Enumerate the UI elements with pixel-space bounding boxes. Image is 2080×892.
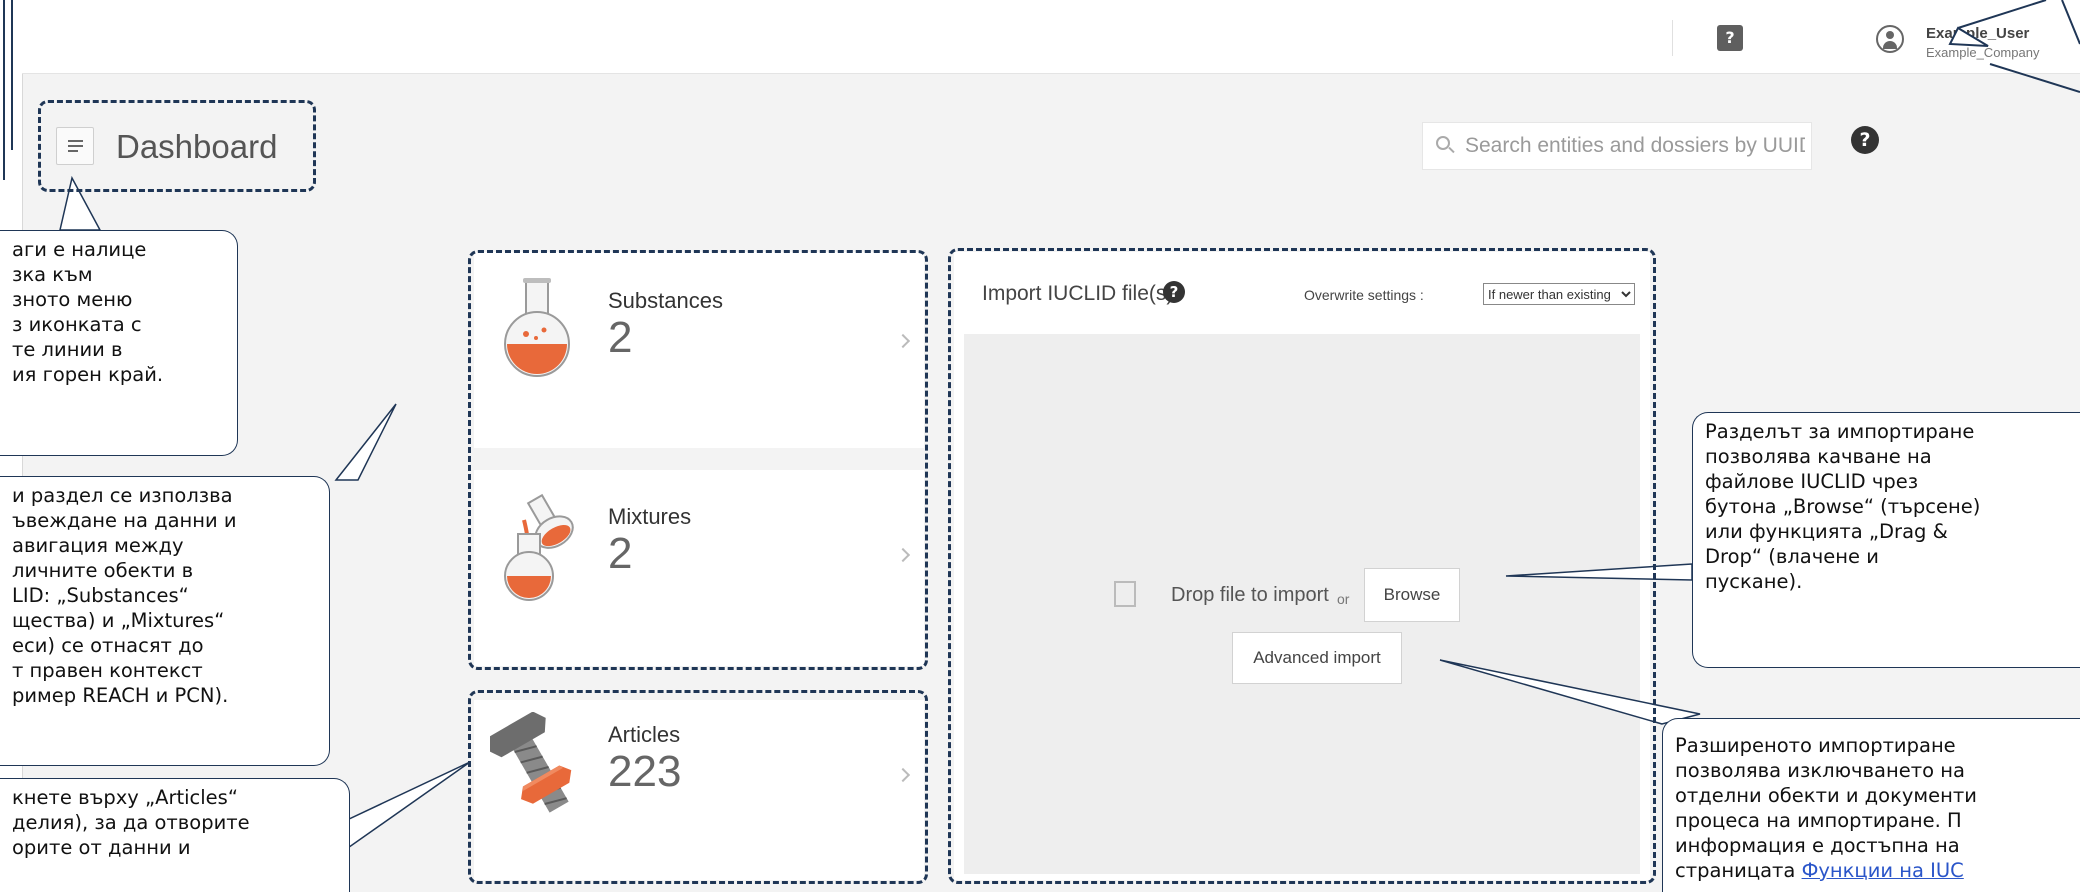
highlight-import [948,248,1656,884]
help-chat-icon[interactable]: ? [1717,25,1743,51]
search-icon [1436,136,1450,150]
question-circle-icon[interactable]: ? [1851,126,1879,154]
highlight-entities [468,250,928,670]
user-name[interactable]: Example_User [1926,25,2029,42]
callout-advanced: Разширеното импортиране позволява изключ… [1662,718,2080,892]
top-bar: ? Example_User Example_Company [22,0,2080,74]
search-box[interactable] [1422,122,1812,170]
iuclid-features-link[interactable]: Функции на IUC [1802,859,1964,882]
callout-menu: аги е налице зка към зното меню з иконка… [0,230,238,456]
search-input[interactable] [1465,131,1805,161]
user-avatar-icon[interactable] [1876,25,1904,53]
header-divider [1672,20,1673,56]
callout-entities: и раздел се използва ъвеждане на данни и… [0,476,330,766]
user-company: Example_Company [1926,45,2040,60]
highlight-articles [468,690,928,884]
highlight-dashboard [38,100,316,192]
callout-articles: кнете върху „Articles“ делия), за да отв… [0,778,350,892]
callout-import: Разделът за импортиране позволява качван… [1692,412,2080,668]
